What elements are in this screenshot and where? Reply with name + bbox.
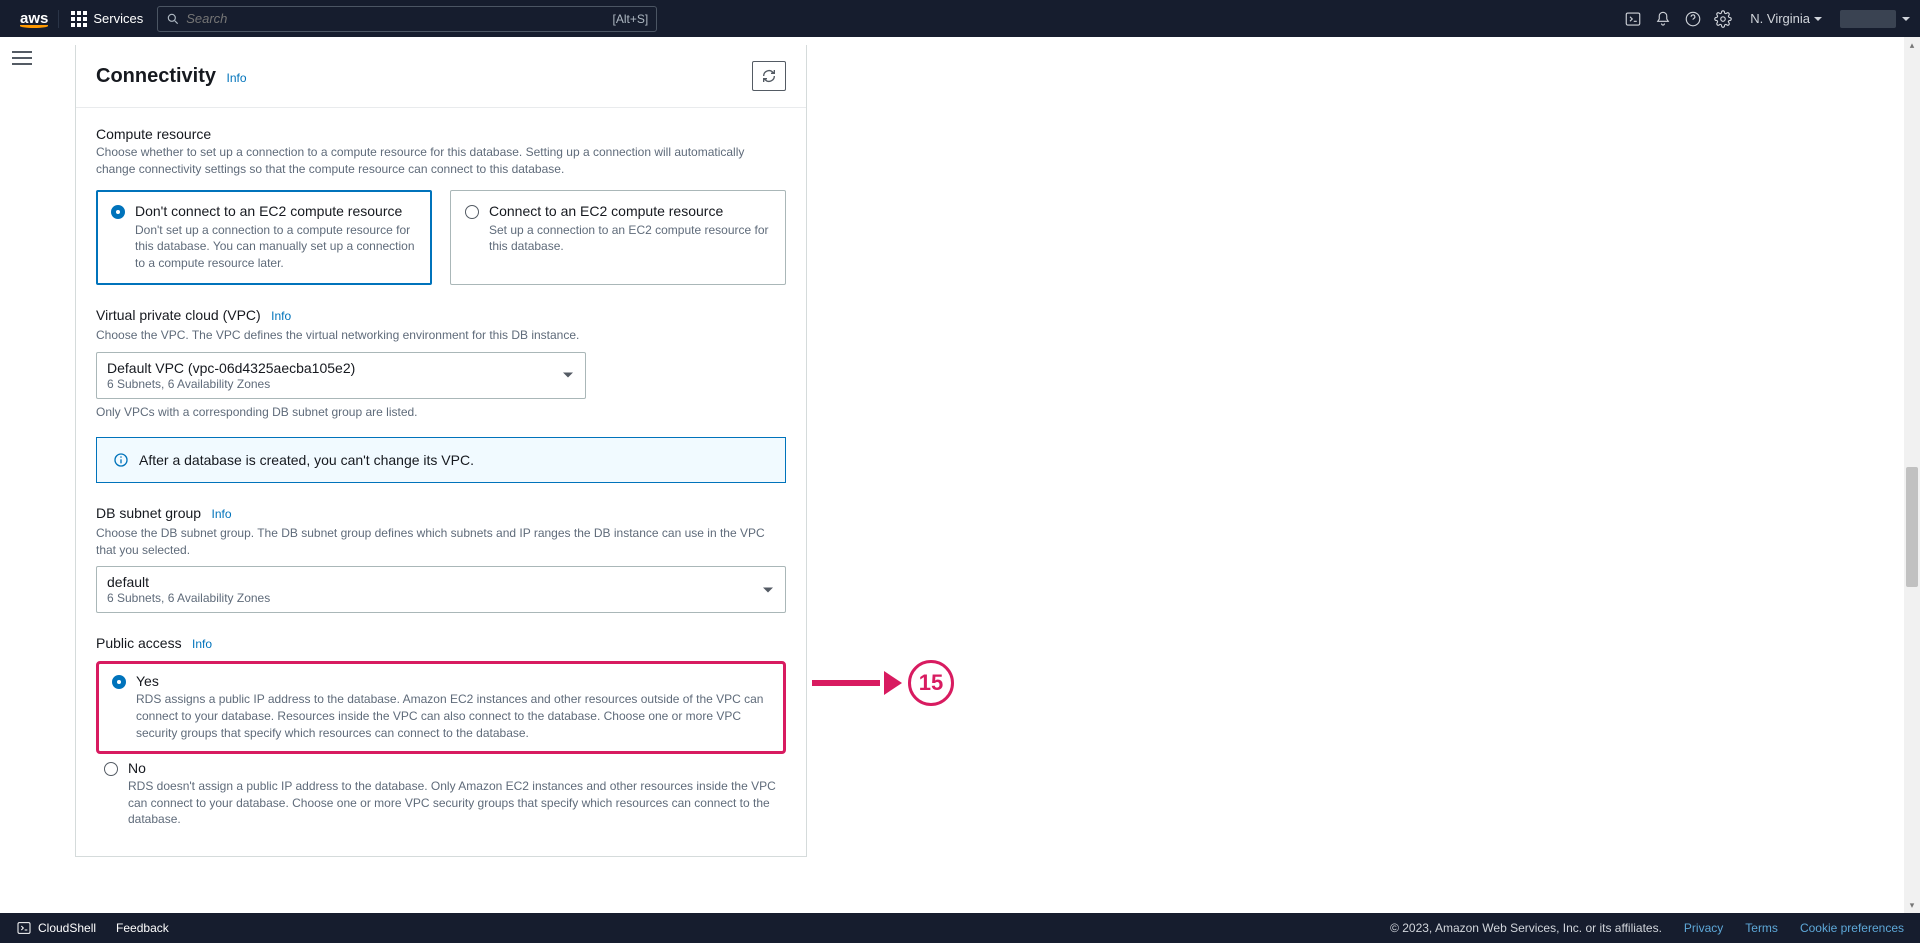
- chevron-down-icon: [1814, 17, 1822, 21]
- radio-icon: [112, 675, 126, 689]
- cloudshell-icon[interactable]: [1618, 4, 1648, 34]
- account-menu[interactable]: [1840, 10, 1896, 28]
- step-number-circle: 15: [908, 660, 954, 706]
- terms-link[interactable]: Terms: [1745, 921, 1778, 935]
- search-shortcut-hint: [Alt+S]: [613, 12, 649, 26]
- cloudshell-icon: [16, 920, 32, 936]
- option-title: No: [128, 760, 778, 776]
- step-annotation: 15: [812, 660, 954, 706]
- select-subtext: 6 Subnets, 6 Availability Zones: [107, 377, 555, 391]
- info-link[interactable]: Info: [226, 71, 246, 85]
- services-grid-icon[interactable]: [71, 11, 87, 27]
- radio-icon: [111, 205, 125, 219]
- page-body: Connectivity Info Compute resource Choos…: [37, 37, 1920, 913]
- privacy-link[interactable]: Privacy: [1684, 921, 1723, 935]
- subnet-group-desc: Choose the DB subnet group. The DB subne…: [96, 525, 786, 559]
- notifications-icon[interactable]: [1648, 4, 1678, 34]
- public-access-no[interactable]: No RDS doesn't assign a public IP addres…: [96, 754, 786, 834]
- option-desc: RDS doesn't assign a public IP address t…: [128, 778, 778, 828]
- scroll-down-icon[interactable]: ▾: [1904, 897, 1920, 913]
- refresh-icon: [761, 68, 777, 84]
- subnet-group-label: DB subnet group: [96, 505, 201, 521]
- arrow-tail-icon: [812, 680, 880, 686]
- panel-title: Connectivity: [96, 65, 216, 87]
- info-link[interactable]: Info: [192, 637, 212, 651]
- compute-option-connect[interactable]: Connect to an EC2 compute resource Set u…: [450, 190, 786, 285]
- scrollbar[interactable]: ▴ ▾: [1904, 37, 1920, 913]
- compute-resource-label: Compute resource: [96, 126, 786, 142]
- footer-bar: CloudShell Feedback © 2023, Amazon Web S…: [0, 913, 1920, 943]
- radio-icon: [465, 205, 479, 219]
- option-desc: RDS assigns a public IP address to the d…: [136, 691, 770, 741]
- aws-logo[interactable]: aws: [10, 10, 59, 28]
- top-navigation: aws Services [Alt+S] N. Virginia: [0, 0, 1920, 37]
- public-access-label: Public access: [96, 635, 182, 651]
- compute-resource-desc: Choose whether to set up a connection to…: [96, 144, 786, 178]
- info-link[interactable]: Info: [212, 507, 232, 521]
- settings-icon[interactable]: [1708, 4, 1738, 34]
- info-link[interactable]: Info: [271, 309, 291, 323]
- chevron-down-icon: [1902, 17, 1910, 21]
- subnet-group-select[interactable]: default 6 Subnets, 6 Availability Zones: [96, 566, 786, 613]
- vpc-select[interactable]: Default VPC (vpc-06d4325aecba105e2) 6 Su…: [96, 352, 586, 399]
- info-icon: [113, 452, 129, 468]
- vpc-desc: Choose the VPC. The VPC defines the virt…: [96, 327, 786, 344]
- help-icon[interactable]: [1678, 4, 1708, 34]
- panel-header: Connectivity Info: [76, 45, 806, 108]
- cookie-preferences-link[interactable]: Cookie preferences: [1800, 921, 1904, 935]
- option-desc: Set up a connection to an EC2 compute re…: [489, 222, 771, 256]
- cloudshell-label: CloudShell: [38, 921, 96, 935]
- compute-option-dont-connect[interactable]: Don't connect to an EC2 compute resource…: [96, 190, 432, 285]
- scrollbar-thumb[interactable]: [1906, 467, 1918, 587]
- option-title: Don't connect to an EC2 compute resource: [135, 203, 417, 219]
- radio-icon: [104, 762, 118, 776]
- option-desc: Don't set up a connection to a compute r…: [135, 222, 417, 272]
- select-value: default: [107, 574, 755, 590]
- search-input[interactable]: [186, 11, 612, 26]
- chevron-down-icon: [563, 373, 573, 378]
- public-access-yes[interactable]: Yes RDS assigns a public IP address to t…: [104, 667, 778, 747]
- services-link[interactable]: Services: [93, 11, 143, 26]
- refresh-button[interactable]: [752, 61, 786, 91]
- vpc-label: Virtual private cloud (VPC): [96, 307, 261, 323]
- banner-message: After a database is created, you can't c…: [139, 452, 474, 468]
- menu-toggle-icon[interactable]: [12, 47, 32, 69]
- vpc-hint: Only VPCs with a corresponding DB subnet…: [96, 405, 786, 419]
- copyright-text: © 2023, Amazon Web Services, Inc. or its…: [1390, 921, 1662, 935]
- select-value: Default VPC (vpc-06d4325aecba105e2): [107, 360, 555, 376]
- chevron-down-icon: [763, 587, 773, 592]
- cloudshell-button[interactable]: CloudShell: [16, 920, 96, 936]
- select-subtext: 6 Subnets, 6 Availability Zones: [107, 591, 755, 605]
- scroll-up-icon[interactable]: ▴: [1904, 37, 1920, 53]
- arrow-head-icon: [884, 671, 902, 695]
- vpc-info-banner: After a database is created, you can't c…: [96, 437, 786, 483]
- annotation-highlight: Yes RDS assigns a public IP address to t…: [96, 661, 786, 753]
- connectivity-panel: Connectivity Info Compute resource Choos…: [75, 45, 807, 857]
- option-title: Connect to an EC2 compute resource: [489, 203, 771, 219]
- region-selector[interactable]: N. Virginia: [1738, 11, 1834, 26]
- search-icon: [166, 12, 180, 26]
- option-title: Yes: [136, 673, 770, 689]
- search-input-wrapper[interactable]: [Alt+S]: [157, 6, 657, 32]
- feedback-link[interactable]: Feedback: [116, 921, 169, 935]
